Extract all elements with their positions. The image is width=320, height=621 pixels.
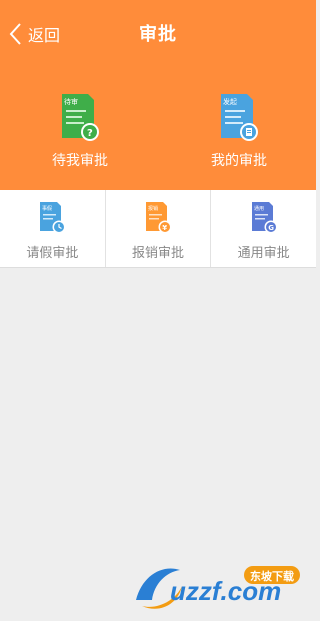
header: 返回 审批 待审 ? 待我审批 发起 我的审批: [0, 0, 316, 190]
svg-text:¥: ¥: [162, 224, 167, 232]
svg-text:G: G: [268, 224, 274, 232]
general-approval-icon: 通用 G: [251, 202, 278, 234]
my-approval-icon: 发起: [221, 94, 258, 141]
pending-approval-label: 待我审批: [52, 153, 108, 169]
svg-text:?: ?: [87, 128, 93, 139]
pending-approval-icon: 待审 ?: [62, 94, 99, 141]
leave-badge: 事假: [42, 205, 52, 212]
expense-approval-icon: 报销 ¥: [146, 202, 172, 234]
uzzf-watermark-logo: uzzf.com 东坡下载: [136, 566, 300, 609]
leave-approval-label: 请假审批: [26, 246, 79, 261]
my-approval-item[interactable]: 发起 我的审批: [184, 92, 294, 170]
my-badge: 发起: [223, 97, 237, 106]
expense-approval-item[interactable]: 报销 ¥ 报销审批: [106, 190, 212, 267]
pending-approval-item[interactable]: 待审 ? 待我审批: [25, 92, 135, 170]
general-approval-label: 通用审批: [237, 246, 290, 261]
watermark-tag: 东坡下载: [250, 569, 294, 583]
category-bar: 事假 请假审批 报销 ¥ 报销审批 通用 G 通用审批: [0, 190, 316, 268]
expense-approval-label: 报销审批: [132, 246, 185, 261]
page-title: 审批: [139, 24, 177, 45]
leave-approval-icon: 事假: [40, 202, 66, 234]
my-approval-label: 我的审批: [211, 153, 267, 169]
pending-badge: 待审: [64, 97, 78, 106]
leave-approval-item[interactable]: 事假 请假审批: [0, 190, 106, 267]
general-badge: 通用: [254, 205, 264, 212]
general-approval-item[interactable]: 通用 G 通用审批: [211, 190, 316, 267]
expense-badge: 报销: [148, 205, 158, 212]
